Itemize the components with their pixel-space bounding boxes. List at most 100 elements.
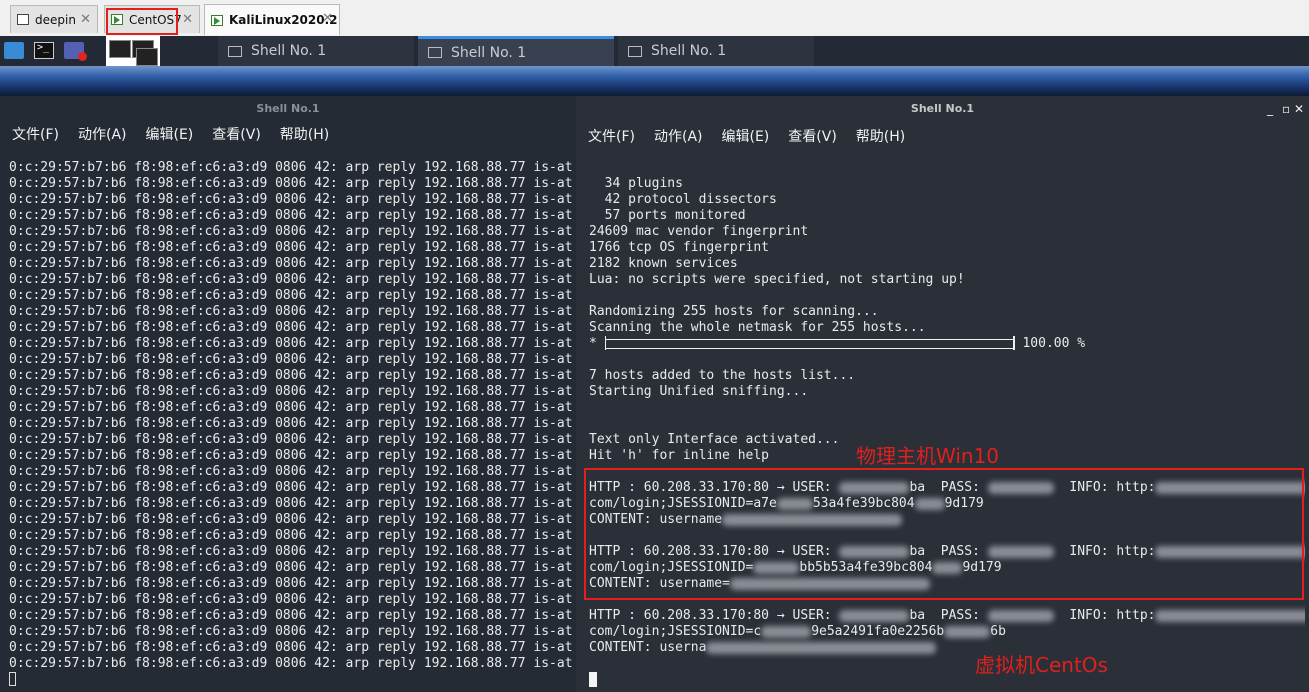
arp-reply-line: 0:c:29:57:b7:b6 f8:98:ef:c6:a3:d9 0806 4… [9, 448, 573, 463]
http-entry-line: HTTP : 60.208.33.170:80 → USER: ba PASS:… [589, 608, 1305, 624]
arp-reply-line: 0:c:29:57:b7:b6 f8:98:ef:c6:a3:d9 0806 4… [9, 224, 573, 239]
progress-line: * 100.00 % [589, 335, 1305, 352]
menu-edit[interactable]: 编辑(E) [146, 124, 194, 146]
arp-reply-line: 0:c:29:57:b7:b6 f8:98:ef:c6:a3:d9 0806 4… [9, 496, 573, 511]
annotation-vm: 虚拟机CentOs [975, 653, 1108, 677]
arp-reply-line: 0:c:29:57:b7:b6 f8:98:ef:c6:a3:d9 0806 4… [9, 288, 573, 303]
minimize-icon[interactable]: _ [1267, 102, 1273, 116]
taskbar: Shell No. 1 Shell No. 1 Shell No. 1 [0, 36, 1309, 66]
hosts-line: 7 hosts added to the hosts list... [589, 368, 856, 383]
arp-reply-line: 0:c:29:57:b7:b6 f8:98:ef:c6:a3:d9 0806 4… [9, 352, 573, 367]
stat-line: 1766 tcp OS fingerprint [589, 240, 770, 255]
arp-reply-line: 0:c:29:57:b7:b6 f8:98:ef:c6:a3:d9 0806 4… [9, 256, 573, 271]
arp-reply-line: 0:c:29:57:b7:b6 f8:98:ef:c6:a3:d9 0806 4… [9, 576, 573, 591]
vm-running-icon [211, 14, 223, 26]
centos-highlight-box [106, 8, 178, 35]
progress-percent: 100.00 % [1022, 336, 1086, 351]
arp-reply-line: 0:c:29:57:b7:b6 f8:98:ef:c6:a3:d9 0806 4… [9, 192, 573, 207]
terminal-window-icon [628, 45, 642, 57]
workspace-switcher[interactable] [106, 36, 160, 66]
arp-reply-line: 0:c:29:57:b7:b6 f8:98:ef:c6:a3:d9 0806 4… [9, 416, 573, 431]
taskbar-shell-1[interactable]: Shell No. 1 [218, 36, 414, 66]
menu-view[interactable]: 查看(V) [212, 124, 261, 146]
menu-help[interactable]: 帮助(H) [856, 126, 905, 148]
annotation-host: 物理主机Win10 [856, 444, 1000, 468]
left-terminal-window[interactable]: Shell No.1 文件(F) 动作(A) 编辑(E) 查看(V) 帮助(H)… [0, 96, 576, 692]
arp-reply-line: 0:c:29:57:b7:b6 f8:98:ef:c6:a3:d9 0806 4… [9, 400, 573, 415]
arp-reply-line: 0:c:29:57:b7:b6 f8:98:ef:c6:a3:d9 0806 4… [9, 432, 573, 447]
taskbar-label: Shell No. 1 [651, 43, 727, 59]
maximize-icon[interactable]: ▫ [1282, 102, 1290, 116]
vm-icon [17, 14, 29, 25]
terminal-output: 0:c:29:57:b7:b6 f8:98:ef:c6:a3:d9 0806 4… [9, 160, 576, 684]
menu-file[interactable]: 文件(F) [12, 124, 59, 146]
stat-line: 34 plugins [589, 176, 683, 191]
progress-prefix: * [589, 336, 605, 351]
arp-reply-line: 0:c:29:57:b7:b6 f8:98:ef:c6:a3:d9 0806 4… [9, 656, 573, 671]
close-icon[interactable]: ✕ [1294, 102, 1304, 116]
arp-reply-line: 0:c:29:57:b7:b6 f8:98:ef:c6:a3:d9 0806 4… [9, 480, 573, 495]
scan-line: Scanning the whole netmask for 255 hosts… [589, 320, 926, 335]
taskbar-label: Shell No. 1 [451, 44, 527, 61]
vm-tab-kali[interactable]: KaliLinux2020.2 ✕ [204, 4, 340, 35]
screen-recorder-icon[interactable] [64, 42, 87, 61]
terminal-cursor [9, 672, 16, 686]
vm-tab-label: deepin [35, 12, 76, 27]
arp-reply-line: 0:c:29:57:b7:b6 f8:98:ef:c6:a3:d9 0806 4… [9, 528, 573, 543]
menu-bar: 文件(F) 动作(A) 编辑(E) 查看(V) 帮助(H) [0, 124, 336, 146]
file-manager-icon[interactable] [4, 42, 24, 59]
arp-reply-line: 0:c:29:57:b7:b6 f8:98:ef:c6:a3:d9 0806 4… [9, 640, 573, 655]
progress-bar [604, 335, 1015, 350]
arp-reply-line: 0:c:29:57:b7:b6 f8:98:ef:c6:a3:d9 0806 4… [9, 208, 573, 223]
arp-reply-line: 0:c:29:57:b7:b6 f8:98:ef:c6:a3:d9 0806 4… [9, 320, 573, 335]
desktop-wallpaper [0, 66, 1309, 96]
arp-reply-line: 0:c:29:57:b7:b6 f8:98:ef:c6:a3:d9 0806 4… [9, 272, 573, 287]
arp-reply-line: 0:c:29:57:b7:b6 f8:98:ef:c6:a3:d9 0806 4… [9, 544, 573, 559]
menu-edit[interactable]: 编辑(E) [722, 126, 770, 148]
right-terminal-window[interactable]: Shell No.1 _ ▫ ✕ 文件(F) 动作(A) 编辑(E) 查看(V)… [576, 96, 1309, 692]
stat-line: 57 ports monitored [589, 208, 746, 223]
terminal-window-icon [428, 47, 442, 58]
taskbar-shell-3[interactable]: Shell No. 1 [618, 36, 814, 66]
vm-tab-deepin[interactable]: deepin ✕ [10, 5, 98, 33]
vm-tab-bar: deepin ✕ CentOS7 ✕ KaliLinux2020.2 ✕ [0, 0, 1309, 37]
hosts-line: Starting Unified sniffing... [589, 384, 809, 399]
window-title: Shell No.1 [256, 102, 320, 115]
close-icon[interactable]: ✕ [182, 12, 193, 27]
captured-credentials-highlight-box [584, 468, 1304, 600]
window-title: Shell No.1 [910, 102, 975, 115]
terminal-cursor [589, 672, 597, 687]
taskbar-label: Shell No. 1 [251, 43, 327, 59]
arp-reply-line: 0:c:29:57:b7:b6 f8:98:ef:c6:a3:d9 0806 4… [9, 304, 573, 319]
workspace-icon [109, 40, 131, 58]
scan-line: Randomizing 255 hosts for scanning... [589, 304, 879, 319]
http-entry-line: CONTENT: userna [589, 640, 1305, 656]
arp-reply-line: 0:c:29:57:b7:b6 f8:98:ef:c6:a3:d9 0806 4… [9, 512, 573, 527]
menu-bar: 文件(F) 动作(A) 编辑(E) 查看(V) 帮助(H) [576, 126, 912, 148]
taskbar-shell-2[interactable]: Shell No. 1 [418, 36, 614, 66]
arp-reply-line: 0:c:29:57:b7:b6 f8:98:ef:c6:a3:d9 0806 4… [9, 624, 573, 639]
close-icon[interactable]: ✕ [322, 11, 333, 26]
workspace-icon [136, 48, 158, 66]
menu-file[interactable]: 文件(F) [588, 126, 635, 148]
arp-reply-line: 0:c:29:57:b7:b6 f8:98:ef:c6:a3:d9 0806 4… [9, 592, 573, 607]
menu-view[interactable]: 查看(V) [788, 126, 837, 148]
arp-reply-line: 0:c:29:57:b7:b6 f8:98:ef:c6:a3:d9 0806 4… [9, 608, 573, 623]
arp-reply-line: 0:c:29:57:b7:b6 f8:98:ef:c6:a3:d9 0806 4… [9, 160, 573, 175]
close-icon[interactable]: ✕ [80, 12, 91, 27]
terminal-output: 34 plugins 42 protocol dissectors 57 por… [589, 176, 1305, 676]
stat-line: 42 protocol dissectors [589, 192, 777, 207]
terminal-window-icon [228, 45, 242, 57]
terminal-icon[interactable] [34, 42, 54, 59]
arp-reply-line: 0:c:29:57:b7:b6 f8:98:ef:c6:a3:d9 0806 4… [9, 560, 573, 575]
menu-help[interactable]: 帮助(H) [280, 124, 329, 146]
stat-line: 24609 mac vendor fingerprint [589, 224, 809, 239]
arp-reply-line: 0:c:29:57:b7:b6 f8:98:ef:c6:a3:d9 0806 4… [9, 336, 573, 351]
arp-reply-line: 0:c:29:57:b7:b6 f8:98:ef:c6:a3:d9 0806 4… [9, 176, 573, 191]
menu-action[interactable]: 动作(A) [78, 124, 127, 146]
arp-reply-line: 0:c:29:57:b7:b6 f8:98:ef:c6:a3:d9 0806 4… [9, 240, 573, 255]
arp-reply-line: 0:c:29:57:b7:b6 f8:98:ef:c6:a3:d9 0806 4… [9, 368, 573, 383]
arp-reply-line: 0:c:29:57:b7:b6 f8:98:ef:c6:a3:d9 0806 4… [9, 464, 573, 479]
menu-action[interactable]: 动作(A) [654, 126, 703, 148]
stat-line: 2182 known services [589, 256, 738, 271]
